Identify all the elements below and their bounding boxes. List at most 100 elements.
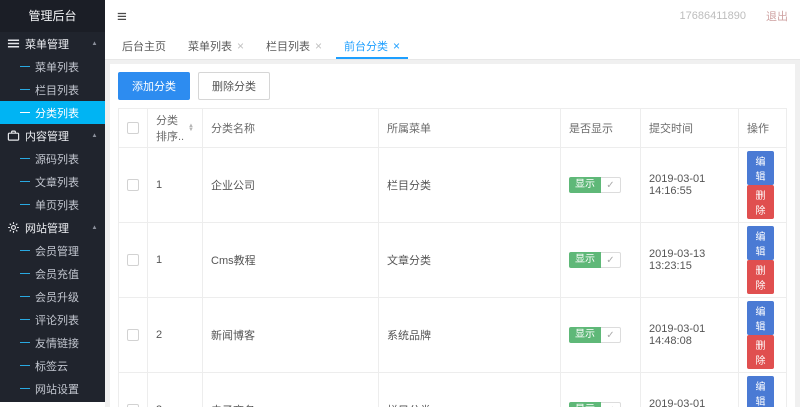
delete-button[interactable]: 删除: [747, 185, 774, 219]
cell-time: 2019-03-13 13:23:15: [640, 222, 739, 298]
caret-up-icon: ▲: [91, 224, 98, 231]
cell-order: 1: [147, 147, 203, 223]
category-table: 分类排序.. ▲ ▼ 分类名称 所属菜单 是否显示 提交时间 操作 1 企业公司…: [118, 108, 787, 407]
sidebar-item-label: 菜单列表: [35, 61, 79, 74]
sidebar-item-comment-list[interactable]: — 评论列表: [0, 308, 105, 331]
sidebar-item-category-list[interactable]: — 分类列表: [0, 101, 105, 124]
content: 添加分类 删除分类 分类排序.. ▲ ▼ 分类名称 所属菜单 是否显示 提交时间…: [105, 60, 800, 407]
cell-order: 1: [147, 222, 203, 298]
close-icon[interactable]: ×: [237, 40, 244, 52]
dash-icon: —: [20, 153, 30, 164]
sidebar-group-content-manage[interactable]: 内容管理 ▲: [0, 124, 105, 147]
row-checkbox[interactable]: [127, 329, 139, 342]
sidebar-item-label: 会员充值: [35, 268, 79, 281]
sidebar-item-label: 分类列表: [35, 107, 79, 120]
cell-order: 2: [147, 297, 203, 373]
column-header-time: 提交时间: [640, 108, 739, 148]
sidebar-item-column-list[interactable]: — 栏目列表: [0, 78, 105, 101]
edit-button[interactable]: 编辑: [747, 151, 774, 185]
show-toggle[interactable]: 显示 ✓: [569, 327, 621, 343]
tab-column-list[interactable]: 栏目列表 ×: [255, 32, 333, 59]
caret-up-icon: ▲: [91, 132, 98, 139]
cell-menu: 系统品牌: [378, 297, 561, 373]
table-header-row: 分类排序.. ▲ ▼ 分类名称 所属菜单 是否显示 提交时间 操作: [118, 108, 787, 148]
cell-name: 电子商务: [202, 372, 379, 407]
sidebar-item-source-list[interactable]: — 源码列表: [0, 147, 105, 170]
check-icon: ✓: [601, 327, 621, 343]
delete-category-button[interactable]: 删除分类: [198, 72, 270, 100]
sidebar-group-label: 网站管理: [25, 222, 69, 235]
show-toggle-label: 显示: [569, 402, 601, 407]
edit-button[interactable]: 编辑: [747, 301, 774, 335]
tab-label: 后台主页: [122, 40, 166, 53]
column-header-ops: 操作: [738, 108, 787, 148]
sidebar: 管理后台 菜单管理 ▲ — 菜单列表 — 栏目列表 — 分类列表 内容管理 ▲ …: [0, 0, 105, 402]
close-icon[interactable]: ×: [393, 40, 400, 52]
sidebar-item-label: 标签云: [35, 360, 68, 373]
show-toggle[interactable]: 显示 ✓: [569, 177, 621, 193]
show-toggle[interactable]: 显示 ✓: [569, 402, 621, 407]
cell-order: 3: [147, 372, 203, 407]
cell-menu: 文章分类: [378, 222, 561, 298]
dash-icon: —: [20, 360, 30, 371]
delete-button[interactable]: 删除: [747, 260, 774, 294]
sidebar-item-site-settings[interactable]: — 网站设置: [0, 377, 105, 400]
dash-icon: —: [20, 176, 30, 187]
cell-time: 2019-03-01 14:48:08: [640, 297, 739, 373]
main-area: ≡ 17686411890 退出 后台主页 菜单列表 × 栏目列表 × 前台分类…: [105, 0, 800, 407]
logout-link[interactable]: 退出: [766, 8, 788, 24]
sidebar-item-member-upgrade[interactable]: — 会员升级: [0, 285, 105, 308]
row-checkbox[interactable]: [127, 254, 139, 267]
check-icon: ✓: [601, 252, 621, 268]
sidebar-item-label: 源码列表: [35, 153, 79, 166]
cell-menu: 栏目分类: [378, 372, 561, 407]
tab-label: 前台分类: [344, 40, 389, 53]
cell-name: 新闻博客: [202, 297, 379, 373]
sidebar-item-member-recharge[interactable]: — 会员充值: [0, 262, 105, 285]
cell-name: Cms教程: [202, 222, 379, 298]
sort-icon[interactable]: ▲ ▼: [188, 123, 194, 133]
add-category-button[interactable]: 添加分类: [118, 72, 190, 100]
edit-button[interactable]: 编辑: [747, 226, 774, 260]
sidebar-item-menu-list[interactable]: — 菜单列表: [0, 55, 105, 78]
dash-icon: —: [20, 199, 30, 210]
edit-button[interactable]: 编辑: [747, 376, 774, 407]
sort-desc-icon[interactable]: ▼: [188, 127, 194, 132]
sidebar-item-friend-links[interactable]: — 友情链接: [0, 331, 105, 354]
tab-front-category[interactable]: 前台分类 ×: [333, 32, 411, 59]
table-row: 3 电子商务 栏目分类 显示 ✓ 2019-03-01 14:50:47 编辑: [118, 372, 787, 407]
sidebar-item-label: 栏目列表: [35, 84, 79, 97]
check-icon: ✓: [601, 402, 621, 407]
dash-icon: —: [20, 291, 30, 302]
dash-icon: —: [20, 383, 30, 394]
sidebar-item-article-list[interactable]: — 文章列表: [0, 170, 105, 193]
sidebar-item-page-list[interactable]: — 单页列表: [0, 193, 105, 216]
select-all-checkbox[interactable]: [127, 122, 139, 135]
delete-button[interactable]: 删除: [747, 335, 774, 369]
row-checkbox[interactable]: [127, 179, 139, 192]
table-row: 1 Cms教程 文章分类 显示 ✓ 2019-03-13 13:23:15 编辑: [118, 222, 787, 298]
show-toggle[interactable]: 显示 ✓: [569, 252, 621, 268]
tab-menu-list[interactable]: 菜单列表 ×: [177, 32, 255, 59]
tab-home[interactable]: 后台主页: [111, 32, 177, 59]
column-header-menu: 所属菜单: [378, 108, 561, 148]
sidebar-item-tag-cloud[interactable]: — 标签云: [0, 354, 105, 377]
dash-icon: —: [20, 337, 30, 348]
sidebar-group-menu-manage[interactable]: 菜单管理 ▲: [0, 32, 105, 55]
sidebar-item-member-manage[interactable]: — 会员管理: [0, 239, 105, 262]
dash-icon: —: [20, 107, 30, 118]
column-header-order: 分类排序..: [156, 115, 185, 143]
sidebar-group-label: 菜单管理: [25, 38, 69, 51]
site-manage-icon: [7, 221, 20, 234]
category-panel: 添加分类 删除分类 分类排序.. ▲ ▼ 分类名称 所属菜单 是否显示 提交时间…: [110, 64, 795, 407]
tab-label: 菜单列表: [188, 40, 232, 53]
close-icon[interactable]: ×: [315, 40, 322, 52]
hamburger-icon[interactable]: ≡: [117, 8, 127, 25]
sidebar-item-label: 会员管理: [35, 245, 79, 258]
sidebar-group-site-manage[interactable]: 网站管理 ▲: [0, 216, 105, 239]
tab-label: 栏目列表: [266, 40, 311, 53]
dash-icon: —: [20, 61, 30, 72]
sidebar-item-label: 友情链接: [35, 337, 79, 350]
sidebar-item-label: 文章列表: [35, 176, 79, 189]
show-toggle-label: 显示: [569, 252, 601, 268]
